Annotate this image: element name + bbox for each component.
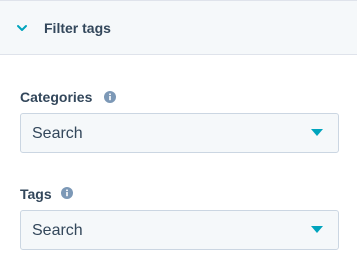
tags-select-value: Search <box>32 222 83 239</box>
caret-down-icon <box>311 129 323 136</box>
chevron-down-icon <box>17 25 27 31</box>
categories-select-value: Search <box>32 125 83 142</box>
categories-select[interactable]: Search <box>20 113 339 153</box>
info-icon[interactable] <box>104 91 116 103</box>
info-icon[interactable] <box>61 187 73 199</box>
categories-label: Categories <box>20 89 93 105</box>
filter-tags-title: Filter tags <box>44 20 111 36</box>
filter-tags-header[interactable]: Filter tags <box>0 0 357 55</box>
caret-down-icon <box>311 226 323 233</box>
tags-select[interactable]: Search <box>20 210 339 250</box>
tags-label: Tags <box>20 186 52 202</box>
